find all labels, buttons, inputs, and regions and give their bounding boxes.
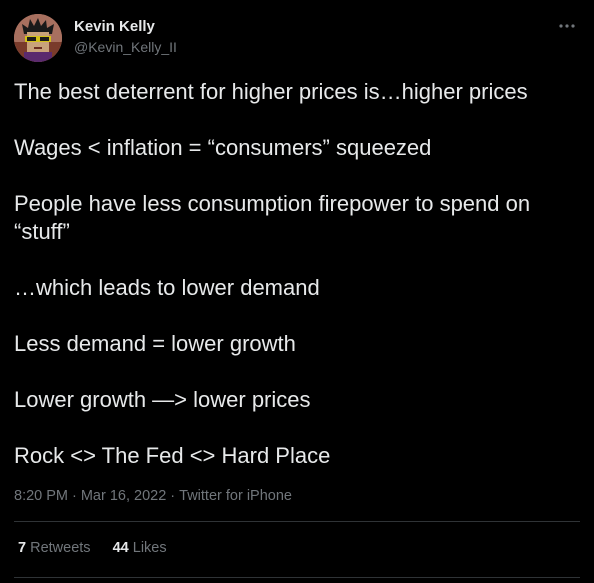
avatar-image [14,14,62,62]
author-handle[interactable]: @Kevin_Kelly_II [74,37,177,57]
likes-label: Likes [132,540,167,556]
meta-separator: · [170,488,176,504]
tweet-text: The best deterrent for higher prices is…… [14,78,574,498]
meta-separator: · [72,488,77,504]
retweets-stat[interactable]: 7 Retweets [18,540,91,556]
tweet-date[interactable]: Mar 16, 2022 [81,488,166,504]
ellipsis-icon [559,24,575,28]
tweet-paragraph: Lower growth —> lower prices [14,387,311,412]
likes-count: 44 [112,540,129,556]
tweet-source[interactable]: Twitter for iPhone [179,488,292,504]
avatar[interactable] [14,14,62,62]
divider [14,577,580,578]
retweets-label: Retweets [30,540,91,556]
tweet-paragraph: …which leads to lower demand [14,275,320,300]
tweet-card: Kevin Kelly @Kevin_Kelly_II The best det… [0,0,594,583]
tweet-paragraph: Rock <> The Fed <> Hard Place [14,443,331,468]
tweet-paragraph: Wages < inflation = “consumers” squeezed [14,135,432,160]
divider [14,521,580,522]
author-block: Kevin Kelly @Kevin_Kelly_II [74,17,177,57]
tweet-time[interactable]: 8:20 PM [14,488,68,504]
retweets-count: 7 [18,540,27,556]
tweet-paragraph: The best deterrent for higher prices is…… [14,79,528,104]
tweet-header: Kevin Kelly @Kevin_Kelly_II [14,14,580,62]
engagement-stats: 7 Retweets 44 Likes [18,538,185,558]
tweet-metadata: 8:20 PM · Mar 16, 2022 · Twitter for iPhone [14,486,292,506]
more-options-icon[interactable] [556,18,578,34]
likes-stat[interactable]: 44 Likes [113,540,167,556]
tweet-paragraph: Less demand = lower growth [14,331,296,356]
author-display-name[interactable]: Kevin Kelly [74,17,177,37]
tweet-paragraph: People have less consumption firepower t… [14,191,531,244]
